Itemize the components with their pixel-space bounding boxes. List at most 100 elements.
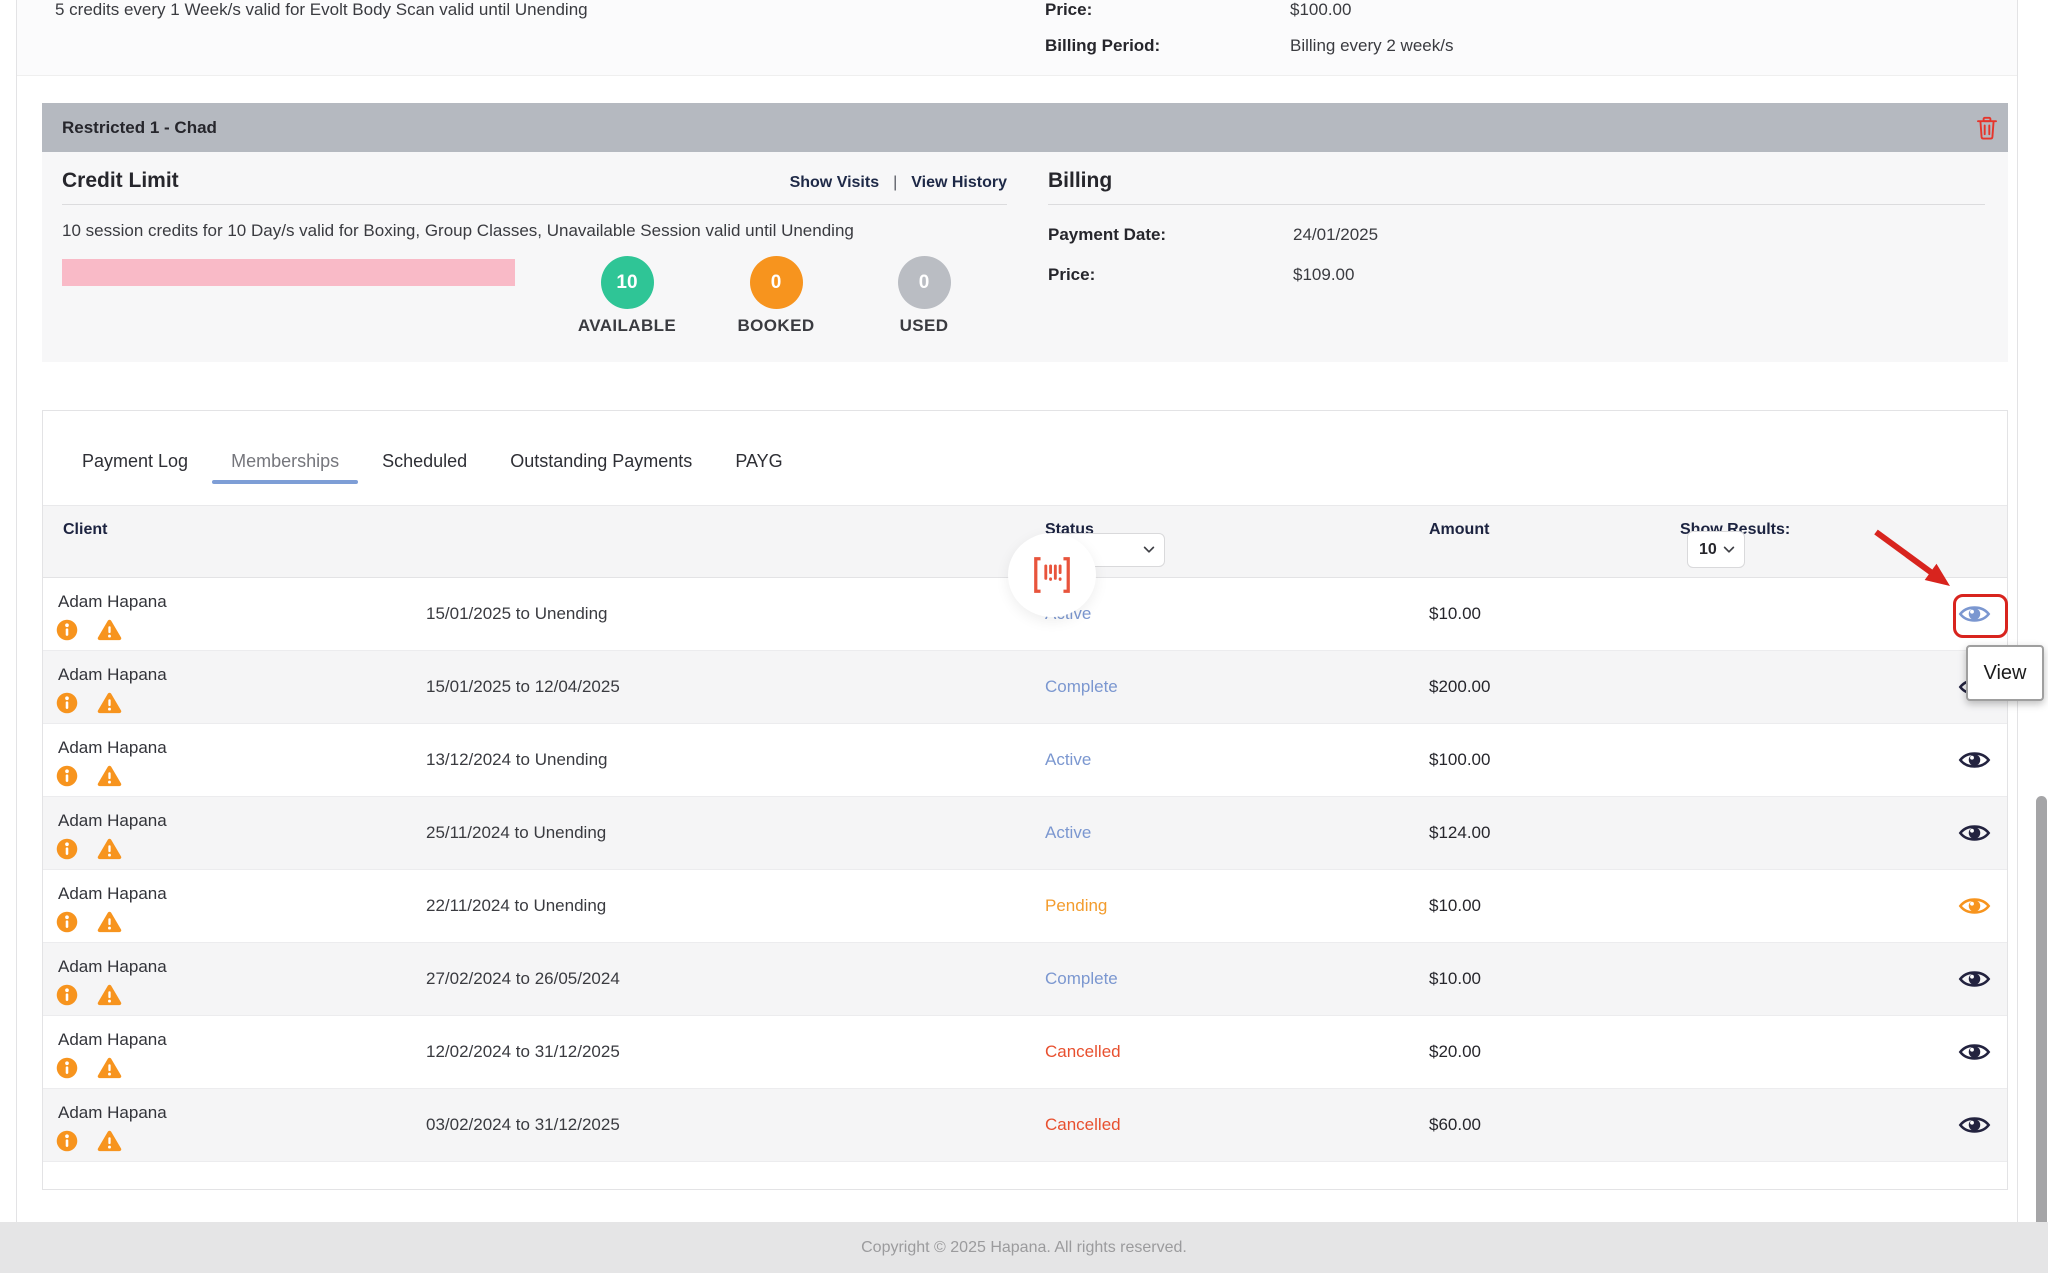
tab-outstanding-payments[interactable]: Outstanding Payments — [510, 451, 692, 472]
amount-text: $20.00 — [1429, 1042, 1481, 1062]
warning-icon[interactable] — [97, 838, 122, 860]
info-icon[interactable] — [56, 1057, 78, 1079]
page-footer: Copyright © 2025 Hapana. All rights rese… — [0, 1222, 2048, 1273]
show-visits-link[interactable]: Show Visits — [790, 174, 880, 192]
membership-period: 13/12/2024 to Unending — [426, 750, 608, 770]
warning-icon[interactable] — [97, 1130, 122, 1152]
stat-used: 0 USED — [864, 256, 984, 336]
info-icon[interactable] — [56, 911, 78, 933]
tab-payment-log[interactable]: Payment Log — [82, 451, 188, 472]
info-icon[interactable] — [56, 619, 78, 641]
tab-scheduled[interactable]: Scheduled — [382, 451, 467, 472]
view-history-link[interactable]: View History — [911, 174, 1007, 192]
client-name: Adam Hapana — [58, 884, 167, 904]
membership-period: 22/11/2024 to Unending — [426, 896, 606, 916]
price-value: $100.00 — [1290, 0, 1351, 20]
eye-icon — [1958, 749, 1991, 772]
view-membership-button[interactable] — [1958, 1041, 1991, 1064]
link-separator: | — [893, 174, 897, 192]
info-icon[interactable] — [56, 1130, 78, 1152]
eye-icon — [1958, 895, 1991, 918]
billing-header-row: Billing — [1048, 169, 1985, 193]
view-membership-button[interactable] — [1958, 895, 1991, 918]
membership-period: 15/01/2025 to Unending — [426, 604, 608, 624]
amount-text: $100.00 — [1429, 750, 1490, 770]
amount-column-header: Amount — [1429, 521, 1489, 539]
warning-icon[interactable] — [97, 1057, 122, 1079]
view-tooltip: View — [1966, 645, 2044, 701]
annotation-highlight-box — [1953, 594, 2008, 638]
show-results-select[interactable]: 10 — [1687, 531, 1745, 568]
info-icon[interactable] — [56, 692, 78, 714]
barcode-logo-icon — [1029, 554, 1075, 596]
billing-divider — [1048, 204, 1985, 205]
status-text: Complete — [1045, 677, 1118, 697]
booked-count-badge: 0 — [750, 256, 803, 309]
status-text: Pending — [1045, 896, 1107, 916]
price-label: Price: — [1045, 0, 1092, 20]
view-tooltip-label: View — [1984, 662, 2027, 685]
billing-period-value: Billing every 2 week/s — [1290, 36, 1453, 56]
info-icon[interactable] — [56, 765, 78, 787]
membership-period: 15/01/2025 to 12/04/2025 — [426, 677, 620, 697]
info-icon[interactable] — [56, 984, 78, 1006]
warning-icon[interactable] — [97, 984, 122, 1006]
status-text: Complete — [1045, 969, 1118, 989]
loading-spinner — [1008, 533, 1096, 617]
table-row: Adam Hapana 13/12/2024 to Unending Activ… — [43, 724, 2007, 797]
amount-text: $124.00 — [1429, 823, 1490, 843]
amount-text: $10.00 — [1429, 969, 1481, 989]
client-profile-page: 5 credits every 1 Week/s valid for Evolt… — [0, 0, 2048, 1273]
eye-icon — [1958, 1114, 1991, 1137]
eye-icon — [1958, 1041, 1991, 1064]
delete-membership-button[interactable] — [1976, 116, 1998, 140]
client-name: Adam Hapana — [58, 1030, 167, 1050]
stat-available: 10 AVAILABLE — [567, 256, 687, 336]
view-membership-button[interactable] — [1958, 1114, 1991, 1137]
restricted-membership-card: Restricted 1 - Chad Credit Limit Show Vi… — [42, 103, 2008, 362]
view-membership-button[interactable] — [1958, 968, 1991, 991]
status-text: Cancelled — [1045, 1042, 1121, 1062]
membership-card-header: Restricted 1 - Chad — [42, 103, 2008, 152]
tab-memberships[interactable]: Memberships — [231, 451, 339, 472]
eye-icon — [1958, 968, 1991, 991]
table-row: Adam Hapana 22/11/2024 to Unending Pendi… — [43, 870, 2007, 943]
status-text: Active — [1045, 750, 1091, 770]
memberships-table-body: Adam Hapana 15/01/2025 to Unending Activ… — [43, 578, 2007, 1162]
membership-description: 5 credits every 1 Week/s valid for Evolt… — [55, 0, 588, 20]
billing-period-label: Billing Period: — [1045, 36, 1160, 56]
content-left-border — [16, 0, 17, 1222]
tab-payg[interactable]: PAYG — [735, 451, 782, 472]
show-results-value: 10 — [1699, 541, 1717, 559]
billing-heading: Billing — [1048, 169, 1112, 193]
annotation-arrow-icon — [1862, 524, 1962, 600]
copyright-text: Copyright © 2025 Hapana. All rights rese… — [0, 1222, 2048, 1273]
amount-text: $200.00 — [1429, 677, 1490, 697]
billing-price-value: $109.00 — [1293, 265, 1354, 285]
client-name: Adam Hapana — [58, 1103, 167, 1123]
table-row: Adam Hapana 27/02/2024 to 26/05/2024 Com… — [43, 943, 2007, 1016]
available-count-badge: 10 — [601, 256, 654, 309]
used-count-badge: 0 — [898, 256, 951, 309]
membership-period: 12/02/2024 to 31/12/2025 — [426, 1042, 620, 1062]
vertical-scrollbar[interactable] — [2036, 796, 2047, 1273]
warning-icon[interactable] — [97, 911, 122, 933]
client-name: Adam Hapana — [58, 738, 167, 758]
info-icon[interactable] — [56, 838, 78, 860]
warning-icon[interactable] — [97, 692, 122, 714]
billing-price-label: Price: — [1048, 265, 1095, 285]
previous-membership-card: 5 credits every 1 Week/s valid for Evolt… — [17, 0, 2017, 76]
view-membership-button[interactable] — [1958, 822, 1991, 845]
membership-title: Restricted 1 - Chad — [62, 103, 217, 152]
table-row: Adam Hapana 25/11/2024 to Unending Activ… — [43, 797, 2007, 870]
warning-icon[interactable] — [97, 765, 122, 787]
stat-booked: 0 BOOKED — [716, 256, 836, 336]
chevron-down-icon — [1143, 546, 1155, 554]
view-membership-button[interactable] — [1958, 749, 1991, 772]
status-text: Active — [1045, 823, 1091, 843]
client-name: Adam Hapana — [58, 665, 167, 685]
warning-icon[interactable] — [97, 619, 122, 641]
eye-icon — [1958, 822, 1991, 845]
used-label: USED — [864, 316, 984, 336]
chevron-down-icon — [1723, 546, 1735, 554]
